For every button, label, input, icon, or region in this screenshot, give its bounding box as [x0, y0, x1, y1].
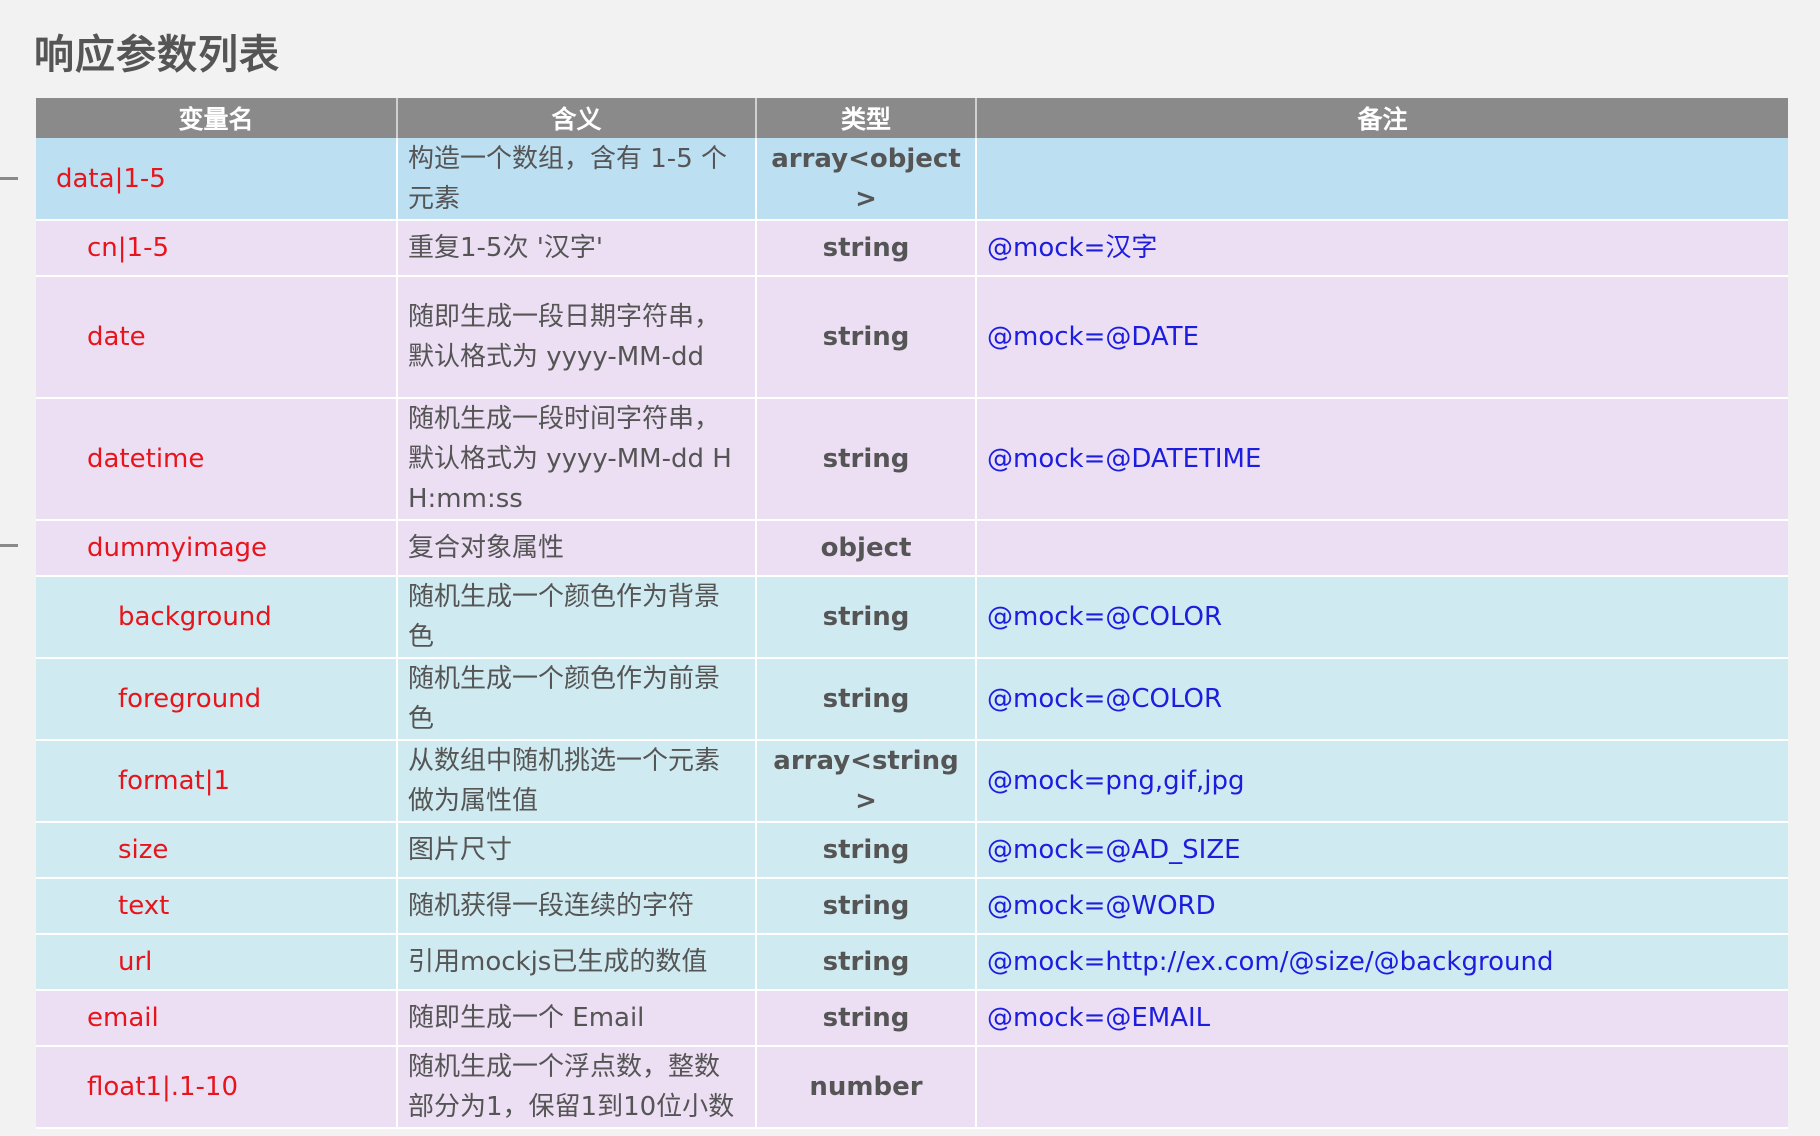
table-row: data|1-5 构造一个数组，含有 1-5 个元素 array<object>: [36, 138, 1788, 221]
meaning-cell: 随机生成一段时间字符串，默认格式为 yyyy-MM-dd HH:mm:ss: [397, 398, 757, 521]
note-cell: [976, 1046, 1788, 1129]
table-row: date 随即生成一段日期字符串，默认格式为 yyyy-MM-dd string…: [36, 276, 1788, 399]
variable-name: date: [87, 322, 146, 352]
note-cell: @mock=@DATE: [976, 276, 1788, 399]
table-row: size 图片尺寸 string @mock=@AD_SIZE: [36, 822, 1788, 879]
collapse-icon[interactable]: [0, 544, 18, 547]
meaning-cell: 图片尺寸: [397, 822, 757, 879]
table-row: text 随机获得一段连续的字符 string @mock=@WORD: [36, 878, 1788, 935]
table-row: datetime 随机生成一段时间字符串，默认格式为 yyyy-MM-dd HH…: [36, 398, 1788, 521]
type-cell: string: [756, 576, 977, 659]
note-cell: @mock=@COLOR: [976, 658, 1788, 741]
variable-name: background: [118, 602, 272, 632]
table-row: background 随机生成一个颜色作为背景色 string @mock=@C…: [36, 576, 1788, 659]
table-row: float1|.1-10 随机生成一个浮点数，整数部分为1，保留1到10位小数 …: [36, 1046, 1788, 1129]
meaning-cell: 复合对象属性: [397, 520, 757, 577]
variable-name: dummyimage: [87, 533, 268, 563]
note-cell: @mock=@AD_SIZE: [976, 822, 1788, 879]
note-cell: @mock=@EMAIL: [976, 990, 1788, 1047]
table-row: format|1 从数组中随机挑选一个元素做为属性值 array<string>…: [36, 740, 1788, 823]
variable-name: foreground: [118, 684, 262, 714]
meaning-cell: 引用mockjs已生成的数值: [397, 934, 757, 991]
type-cell: string: [756, 658, 977, 741]
note-cell: [976, 138, 1788, 221]
variable-name: size: [118, 835, 169, 865]
meaning-cell: 随即生成一个 Email: [397, 990, 757, 1047]
type-cell: number: [756, 1046, 977, 1129]
note-cell: @mock=汉字: [976, 220, 1788, 277]
table-header-row: 变量名 含义 类型 备注: [36, 98, 1788, 138]
variable-name: text: [118, 891, 170, 921]
type-cell: array<string>: [756, 740, 977, 823]
meaning-cell: 随机生成一个颜色作为前景色: [397, 658, 757, 741]
header-variable-name: 变量名: [36, 98, 398, 138]
note-cell: @mock=@DATETIME: [976, 398, 1788, 521]
header-note: 备注: [976, 98, 1788, 138]
meaning-cell: 随即生成一段日期字符串，默认格式为 yyyy-MM-dd: [397, 276, 757, 399]
meaning-cell: 随机生成一个浮点数，整数部分为1，保留1到10位小数: [397, 1046, 757, 1129]
table-row: dummyimage 复合对象属性 object: [36, 520, 1788, 577]
variable-name: datetime: [87, 444, 205, 474]
header-meaning: 含义: [397, 98, 757, 138]
variable-name: data|1-5: [56, 163, 166, 194]
note-cell: @mock=@WORD: [976, 878, 1788, 935]
meaning-cell: 随机生成一个颜色作为背景色: [397, 576, 757, 659]
type-cell: array<object>: [756, 138, 977, 221]
variable-name: url: [118, 947, 153, 977]
meaning-cell: 构造一个数组，含有 1-5 个元素: [397, 138, 757, 221]
note-cell: [976, 520, 1788, 577]
collapse-icon[interactable]: [0, 177, 18, 180]
type-cell: string: [756, 878, 977, 935]
meaning-cell: 从数组中随机挑选一个元素做为属性值: [397, 740, 757, 823]
meaning-cell: 随机获得一段连续的字符: [397, 878, 757, 935]
variable-name: cn|1-5: [87, 233, 169, 263]
table-row: cn|1-5 重复1-5次 '汉字' string @mock=汉字: [36, 220, 1788, 277]
type-cell: object: [756, 520, 977, 577]
type-cell: string: [756, 398, 977, 521]
type-cell: string: [756, 220, 977, 277]
type-cell: string: [756, 822, 977, 879]
variable-name: format|1: [118, 766, 231, 796]
response-params-table: 变量名 含义 类型 备注 data|1-5 构造一个数组，含有 1-5 个元素 …: [36, 98, 1788, 1129]
note-cell: @mock=http://ex.com/@size/@background: [976, 934, 1788, 991]
type-cell: string: [756, 276, 977, 399]
variable-name: email: [87, 1003, 159, 1033]
table-row: foreground 随机生成一个颜色作为前景色 string @mock=@C…: [36, 658, 1788, 741]
page-title: 响应参数列表: [34, 32, 280, 78]
note-cell: @mock=@COLOR: [976, 576, 1788, 659]
note-cell: @mock=png,gif,jpg: [976, 740, 1788, 823]
header-type: 类型: [756, 98, 977, 138]
table-row: email 随即生成一个 Email string @mock=@EMAIL: [36, 990, 1788, 1047]
meaning-cell: 重复1-5次 '汉字': [397, 220, 757, 277]
table-row: url 引用mockjs已生成的数值 string @mock=http://e…: [36, 934, 1788, 991]
type-cell: string: [756, 934, 977, 991]
variable-name: float1|.1-10: [87, 1072, 238, 1102]
type-cell: string: [756, 990, 977, 1047]
